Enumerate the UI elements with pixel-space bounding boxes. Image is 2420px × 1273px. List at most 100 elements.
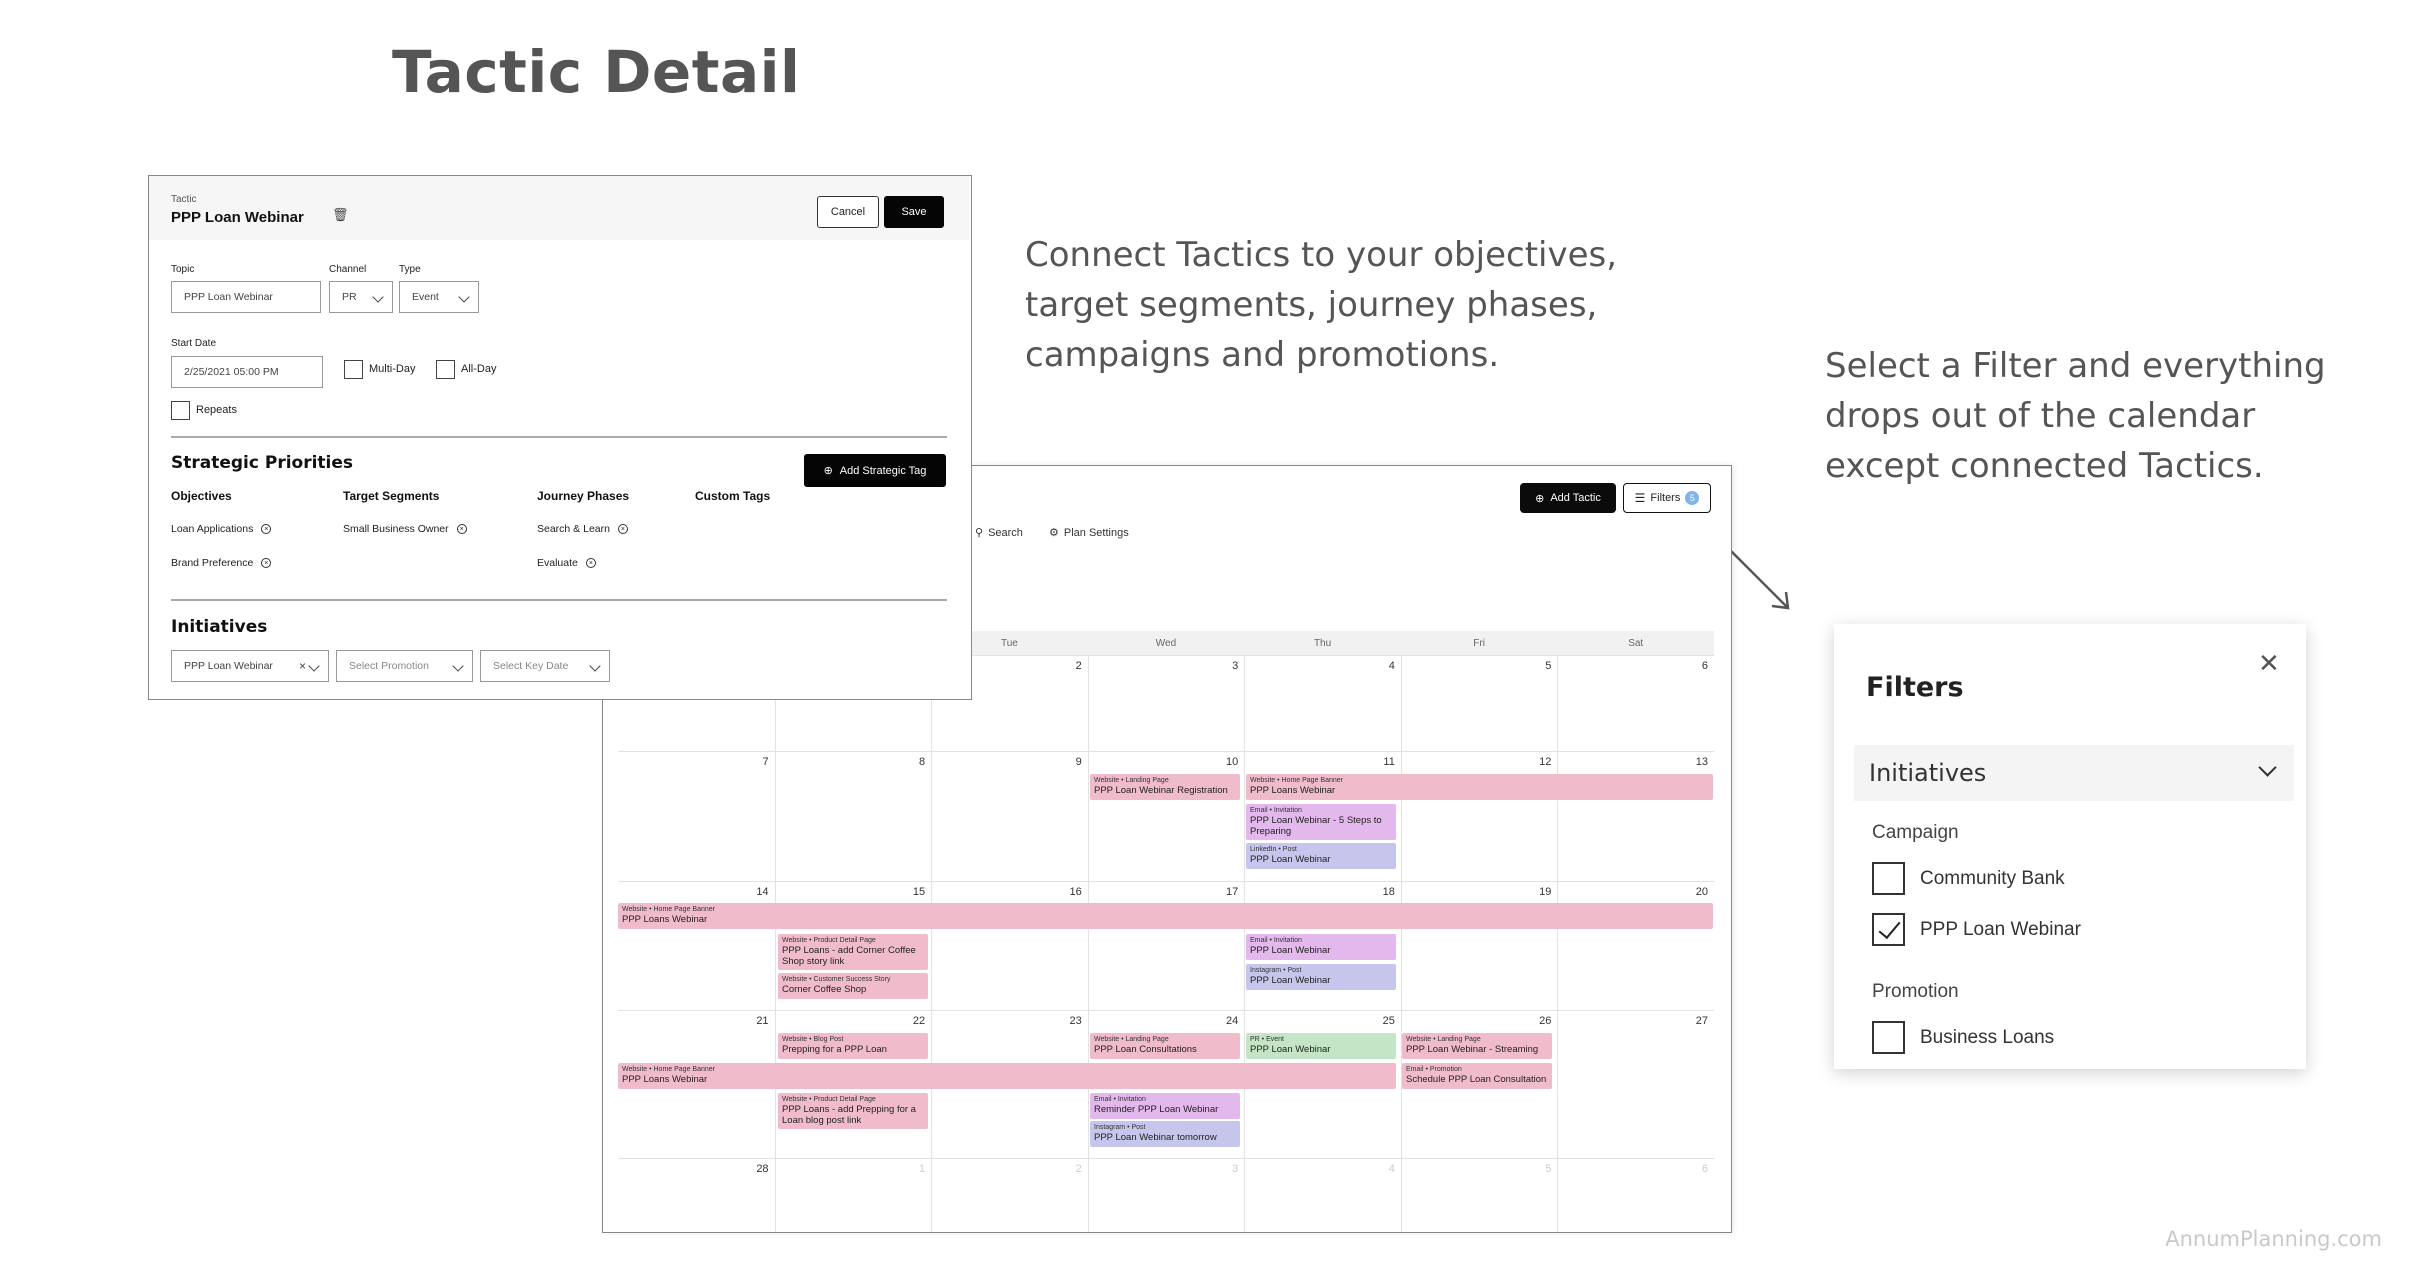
event-chip[interactable]: Website • Blog Post Prepping for a PPP L… (778, 1033, 928, 1059)
start-date-input[interactable]: 2/25/2021 05:00 PM (171, 356, 323, 388)
day-cell[interactable]: 8 (774, 752, 932, 881)
event-chip[interactable]: Website • Home Page Banner PPP Loans Web… (618, 903, 1713, 929)
filter-option[interactable]: Business Loans (1872, 1021, 2054, 1054)
event-channel: Website • Blog Post (782, 1036, 844, 1043)
event-chip[interactable]: Website • Product Detail Page PPP Loans … (778, 1093, 928, 1129)
day-cell[interactable]: 4 (1244, 656, 1401, 751)
day-cell[interactable]: 5 (1400, 1159, 1558, 1232)
add-strategic-tag-button[interactable]: ⊕ Add Strategic Tag (804, 454, 946, 487)
remove-tag-icon[interactable]: × (617, 524, 628, 534)
day-cell[interactable]: 2 (931, 1159, 1088, 1232)
key-date-select[interactable]: Select Key Date (480, 650, 610, 682)
day-cell[interactable]: 3 (1087, 656, 1245, 751)
remove-tag-icon[interactable]: × (261, 558, 272, 568)
chevron-down-icon (2258, 758, 2277, 777)
type-select[interactable]: Event (399, 281, 479, 313)
filter-option[interactable]: Community Bank (1872, 862, 2065, 895)
day-cell[interactable]: 12 (1400, 752, 1558, 881)
remove-tag-icon[interactable]: × (261, 524, 272, 534)
promotion-select[interactable]: Select Promotion (336, 650, 473, 682)
filter-checkbox[interactable] (1872, 862, 1905, 895)
initiative-select[interactable]: PPP Loan Webinar × (171, 650, 329, 682)
day-cell[interactable]: 20 (1557, 882, 1714, 1010)
day-cell[interactable]: 17 (1087, 882, 1245, 1010)
event-name: PPP Loan Webinar tomorrow (1094, 1132, 1217, 1143)
day-number: 10 (1226, 756, 1239, 768)
search-label: Search (988, 526, 1023, 539)
day-cell[interactable]: 6 (1557, 656, 1714, 751)
day-cell[interactable]: 28 (618, 1159, 775, 1232)
event-chip[interactable]: Email • Invitation Reminder PPP Loan Web… (1090, 1093, 1240, 1119)
day-cell[interactable]: 5 (1400, 656, 1558, 751)
event-chip[interactable]: Instagram • Post PPP Loan Webinar tomorr… (1090, 1121, 1240, 1147)
day-cell[interactable]: 10 (1087, 752, 1245, 881)
day-cell[interactable]: 16 (931, 882, 1088, 1010)
caption-line: Select a Filter and everything (1825, 346, 2326, 386)
event-name: PPP Loans Webinar (1250, 785, 1336, 796)
event-name: PPP Loans - add Prepping for a Loan blog… (782, 1104, 916, 1126)
day-cell[interactable]: 13 (1557, 752, 1714, 881)
event-chip[interactable]: Instagram • Post PPP Loan Webinar (1246, 964, 1396, 990)
event-chip[interactable]: Website • Landing Page PPP Loan Consulta… (1090, 1033, 1240, 1059)
day-cell[interactable]: 7 (618, 752, 775, 881)
filters-button[interactable]: ☰ Filters 5 (1623, 483, 1711, 513)
phase-tag: Evaluate × (537, 557, 596, 569)
day-cell[interactable]: 4 (1244, 1159, 1401, 1232)
plan-settings-label: Plan Settings (1063, 526, 1129, 539)
day-cell[interactable]: 9 (931, 752, 1088, 881)
day-number: 25 (1382, 1015, 1395, 1027)
event-chip[interactable]: Website • Home Page Banner PPP Loans Web… (1246, 774, 1713, 800)
close-icon[interactable]: ✕ (2258, 650, 2280, 676)
filter-option[interactable]: PPP Loan Webinar (1872, 913, 2081, 946)
initiatives-title: Initiatives (171, 617, 268, 637)
repeats-checkbox[interactable] (171, 401, 190, 420)
initiatives-accordion[interactable]: Initiatives (1854, 745, 2294, 801)
day-cell[interactable]: 19 (1400, 882, 1558, 1010)
event-chip[interactable]: Website • Customer Success Story Corner … (778, 973, 928, 999)
remove-tag-icon[interactable]: × (585, 558, 596, 568)
event-channel: Website • Product Detail Page (782, 937, 876, 944)
event-channel: Email • Invitation (1250, 807, 1302, 814)
channel-select[interactable]: PR (329, 281, 393, 313)
clear-icon[interactable]: × (299, 659, 306, 673)
topic-input[interactable]: PPP Loan Webinar (171, 281, 321, 313)
event-chip[interactable]: PR • Event PPP Loan Webinar (1246, 1033, 1396, 1059)
day-cell[interactable]: 6 (1557, 1159, 1714, 1232)
cancel-button[interactable]: Cancel (817, 196, 879, 228)
day-cell[interactable]: 1 (774, 1159, 932, 1232)
day-number: 5 (1545, 1163, 1552, 1175)
multi-day-checkbox[interactable] (344, 360, 363, 379)
event-chip[interactable]: Email • Promotion Schedule PPP Loan Cons… (1402, 1063, 1552, 1089)
add-tactic-button[interactable]: ⊕ Add Tactic (1520, 483, 1616, 513)
filter-checkbox[interactable] (1872, 1021, 1905, 1054)
day-cell[interactable]: 3 (1087, 1159, 1245, 1232)
channel-label: Channel (329, 264, 367, 275)
event-chip[interactable]: LinkedIn • Post PPP Loan Webinar (1246, 843, 1396, 869)
event-chip[interactable]: Website • Landing Page PPP Loan Webinar … (1402, 1033, 1552, 1059)
day-number: 7 (762, 756, 769, 768)
target-segments-heading: Target Segments (343, 489, 440, 503)
event-name: PPP Loans Webinar (622, 914, 708, 925)
event-chip[interactable]: Website • Home Page Banner PPP Loans Web… (618, 1063, 1396, 1089)
day-number: 12 (1539, 756, 1552, 768)
save-button[interactable]: Save (884, 196, 944, 228)
search-link[interactable]: ⚲ Search (975, 526, 1023, 540)
remove-tag-icon[interactable]: × (456, 524, 467, 534)
event-name: Prepping for a PPP Loan (782, 1044, 887, 1055)
event-chip[interactable]: Website • Product Detail Page PPP Loans … (778, 934, 928, 970)
strategic-priorities-title: Strategic Priorities (171, 453, 354, 473)
event-chip[interactable]: Email • Invitation PPP Loan Webinar (1246, 934, 1396, 960)
day-number: 16 (1069, 886, 1082, 898)
plan-settings-link[interactable]: ⚙ Plan Settings (1049, 526, 1129, 540)
filter-checkbox[interactable] (1872, 913, 1905, 946)
day-cell[interactable]: 14 (618, 882, 775, 1010)
day-number: 4 (1388, 660, 1395, 672)
key-date-placeholder: Select Key Date (493, 660, 569, 672)
event-chip[interactable]: Email • Invitation PPP Loan Webinar - 5 … (1246, 804, 1396, 840)
event-chip[interactable]: Website • Landing Page PPP Loan Webinar … (1090, 774, 1240, 800)
filters-panel: Filters ✕ Initiatives Campaign Community… (1834, 624, 2306, 1069)
day-number: 27 (1695, 1015, 1708, 1027)
all-day-checkbox[interactable] (436, 360, 455, 379)
trash-icon[interactable]: 🗑 (332, 207, 349, 223)
day-cell[interactable]: 27 (1557, 1011, 1714, 1158)
